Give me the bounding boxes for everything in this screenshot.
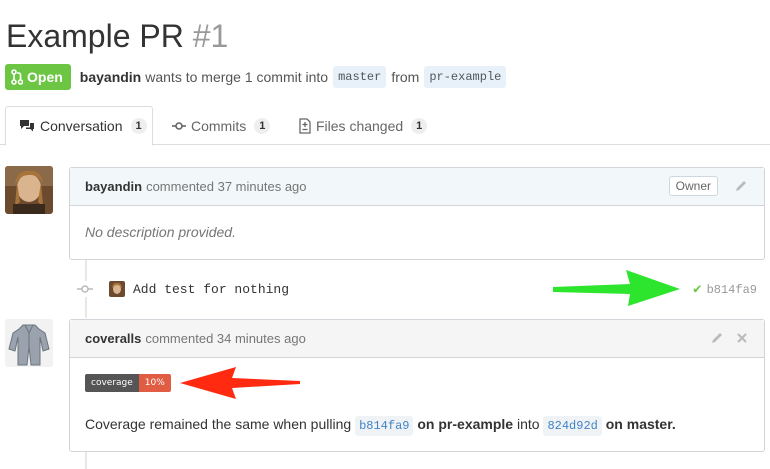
merge-summary: wants to merge 1 commit into (145, 69, 329, 85)
comment-header: bayandin commented 37 minutes ago Owner (70, 168, 764, 206)
avatar[interactable] (5, 319, 53, 367)
timeline-line (85, 452, 87, 469)
file-diff-icon (299, 117, 311, 134)
pull-request-icon (11, 69, 23, 85)
comment-timestamp[interactable]: commented 37 minutes ago (146, 179, 306, 194)
avatar-image (5, 166, 53, 214)
tab-conversation-label: Conversation (40, 118, 123, 134)
head-branch-ref: on pr-example (417, 416, 514, 432)
comment-author[interactable]: coveralls (85, 331, 141, 346)
coverage-prefix: Coverage remained the same when pulling (85, 416, 352, 432)
comment-body: No description provided. (85, 224, 236, 240)
status-label: Open (27, 69, 63, 85)
from-word: from (391, 69, 420, 85)
git-commit-icon (172, 121, 186, 130)
tab-conversation[interactable]: Conversation 1 (5, 106, 153, 146)
badge-value: 10% (138, 374, 171, 392)
git-commit-icon (77, 281, 93, 297)
tab-commits-count: 1 (254, 117, 271, 134)
pr-number: #1 (192, 18, 229, 54)
base-sha-link[interactable]: 824d92d (543, 416, 602, 436)
commit-sha[interactable]: b814fa9 (707, 283, 757, 297)
pencil-icon[interactable] (734, 179, 748, 193)
comment-discussion-icon (20, 120, 34, 132)
badge-label: coverage (85, 374, 139, 392)
check-icon[interactable]: ✔ (693, 281, 701, 298)
tab-files-label: Files changed (316, 117, 404, 134)
base-branch-ref: on master. (605, 416, 676, 432)
comment-author[interactable]: bayandin (85, 179, 142, 194)
close-icon[interactable] (736, 332, 748, 344)
pr-title: Example PR (6, 18, 184, 54)
commit-status: ✔ b814fa9 (693, 281, 757, 298)
comment-box: bayandin commented 37 minutes ago Owner … (69, 167, 765, 260)
tab-conversation-count: 1 (130, 118, 147, 134)
comment-body: coverage 10% Coverage remained the same … (70, 358, 764, 436)
head-sha-link[interactable]: b814fa9 (355, 416, 414, 436)
commit-row: Add test for nothing ✔ b814fa9 (77, 276, 767, 302)
head-branch[interactable]: pr-example (424, 66, 507, 88)
coverage-badge[interactable]: coverage 10% (85, 374, 171, 392)
avatar[interactable] (5, 166, 53, 214)
tab-commits[interactable]: Commits 1 (172, 106, 271, 145)
base-branch[interactable]: master (333, 66, 387, 88)
pr-meta: Open bayandin wants to merge 1 commit in… (5, 64, 511, 90)
commit-message[interactable]: Add test for nothing (133, 282, 289, 297)
comment-box: coveralls commented 34 minutes ago cover… (69, 319, 765, 452)
owner-label: Owner (668, 176, 718, 196)
comment-timestamp[interactable]: commented 34 minutes ago (145, 331, 305, 346)
author-link[interactable]: bayandin (80, 69, 141, 85)
into-word: into (516, 416, 540, 432)
tab-files-changed[interactable]: Files changed 1 (299, 106, 428, 145)
tab-commits-label: Commits (191, 117, 247, 134)
coverage-message: Coverage remained the same when pulling … (85, 416, 749, 436)
pr-tabs: Conversation 1 Commits 1 Files changed 1 (0, 106, 770, 146)
commit-author-avatar[interactable] (109, 281, 125, 297)
avatar-image (5, 319, 53, 367)
pencil-icon[interactable] (710, 331, 724, 345)
page-title: Example PR #1 (6, 18, 228, 55)
status-badge: Open (5, 64, 71, 90)
tab-files-count: 1 (411, 117, 428, 134)
comment-header: coveralls commented 34 minutes ago (70, 320, 764, 358)
